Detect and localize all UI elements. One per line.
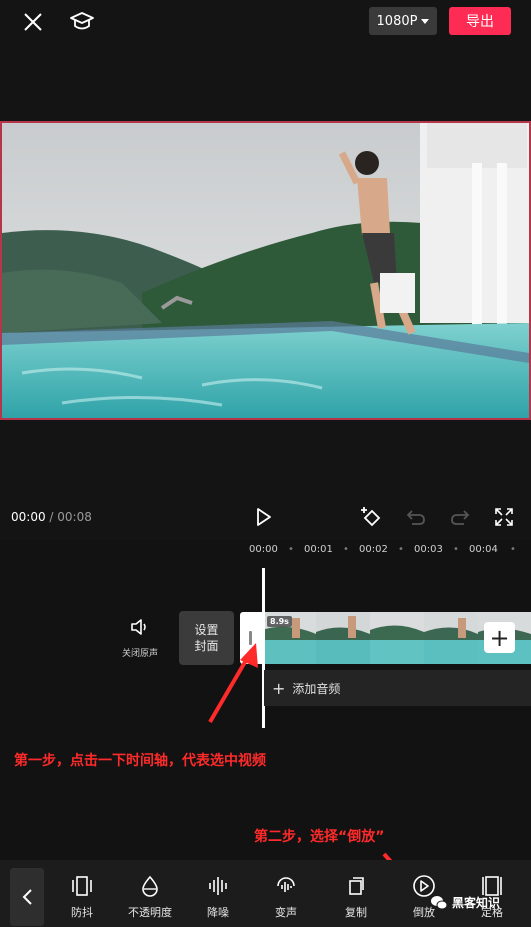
tool-label: 防抖 [71,906,93,919]
tool-label: 复制 [345,906,367,919]
watermark: 黑客知识 [430,894,500,911]
wechat-icon [431,895,448,909]
tool-label: 不透明度 [128,906,172,919]
copy-icon [321,874,391,898]
tool-copy[interactable]: 复制 [321,874,391,920]
annotation-arrows [208,643,410,883]
watermark-text: 黑客知识 [452,896,501,910]
step1-annotation: 第一步，点击一下时间轴，代表选中视频 [14,753,266,769]
tool-stabilize[interactable]: 防抖 [47,874,117,920]
step2-annotation: 第二步，选择“倒放” [254,829,385,845]
denoise-icon [183,874,253,898]
tool-voice-change[interactable]: 变声 [251,874,321,920]
tool-opacity[interactable]: 不透明度 [115,874,185,920]
tool-label: 变声 [275,906,297,919]
tool-denoise[interactable]: 降噪 [183,874,253,920]
stabilize-icon [47,874,117,898]
tool-label: 降噪 [207,906,229,919]
back-button[interactable] [10,868,44,926]
voice-change-icon [251,874,321,898]
chevron-left-icon [22,889,32,905]
opacity-icon [115,874,185,898]
